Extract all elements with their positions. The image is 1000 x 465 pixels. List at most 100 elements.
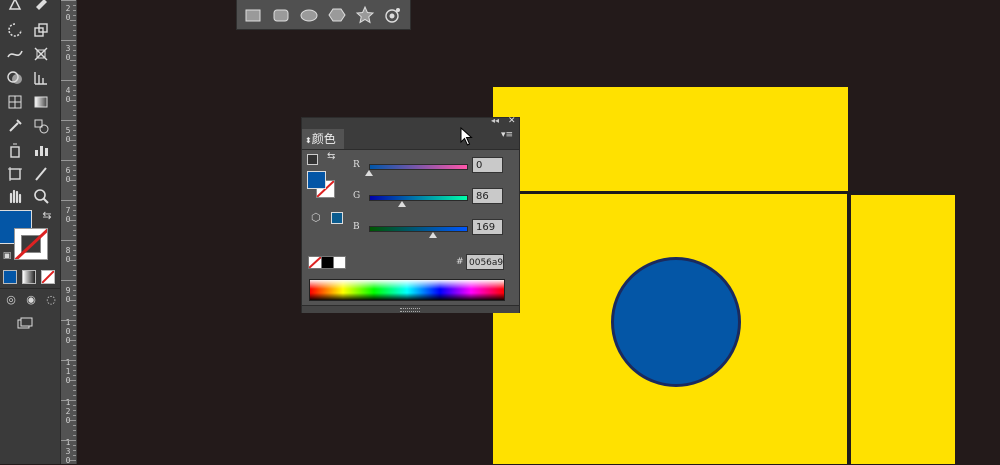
white-swatch[interactable] xyxy=(333,256,346,269)
color-mode-icon[interactable] xyxy=(3,270,17,284)
scale-icon[interactable] xyxy=(30,20,52,40)
column-graph-icon[interactable] xyxy=(30,140,52,160)
ruler-tick xyxy=(73,255,76,256)
rotate-icon[interactable] xyxy=(4,20,26,40)
ruler-tick xyxy=(73,35,76,36)
draw-behind-icon[interactable]: ◉ xyxy=(20,290,42,310)
ruler-tick xyxy=(73,10,76,11)
tab-color-label: 颜色 xyxy=(311,132,336,146)
slider-thumb-r[interactable] xyxy=(365,170,373,176)
eyedropper-icon[interactable] xyxy=(4,116,26,136)
vertical-divider-line[interactable] xyxy=(847,191,850,464)
ruler-tick xyxy=(73,310,76,311)
ruler-tick xyxy=(73,435,76,436)
draw-inside-icon[interactable]: ◌ xyxy=(40,290,62,310)
panel-menu-icon[interactable]: ▾≡ xyxy=(501,130,513,140)
symbol-sprayer-icon[interactable] xyxy=(4,140,26,160)
ruler-tick xyxy=(73,145,76,146)
ruler-tick xyxy=(73,75,76,76)
anchor-point-icon[interactable] xyxy=(4,0,26,14)
gradient-mode-icon[interactable] xyxy=(22,270,36,284)
zoom-icon[interactable] xyxy=(30,186,52,206)
ruler-tick xyxy=(73,410,76,411)
ellipse-icon[interactable] xyxy=(299,5,319,25)
flare-icon[interactable] xyxy=(383,5,403,25)
swap-fill-stroke-icon[interactable]: ⇆ xyxy=(36,206,58,226)
ruler-tick xyxy=(73,205,76,206)
collapse-icon[interactable]: ◂◂ xyxy=(491,116,499,125)
panel-title-bar[interactable]: ◂◂ ✕ xyxy=(302,116,519,129)
ruler-tick xyxy=(73,175,76,176)
ruler-tick xyxy=(73,355,76,356)
star-icon[interactable] xyxy=(355,5,375,25)
ruler-tick xyxy=(73,135,76,136)
perspective-grid-icon[interactable] xyxy=(30,68,52,88)
blend-icon[interactable] xyxy=(30,116,52,136)
tab-color[interactable]: ⬍颜色 xyxy=(302,129,344,149)
slider-r[interactable] xyxy=(369,164,468,170)
horizontal-divider-line[interactable] xyxy=(493,191,955,194)
ruler-tick xyxy=(73,65,76,66)
stroke-color-swatch[interactable] xyxy=(14,228,48,260)
slider-b[interactable] xyxy=(369,226,468,232)
close-icon[interactable]: ✕ xyxy=(508,116,516,126)
width-tool-icon[interactable] xyxy=(4,44,26,64)
none-swatch[interactable] xyxy=(308,256,322,269)
ruler-tick xyxy=(73,155,76,156)
rectangle-icon[interactable] xyxy=(243,5,263,25)
screen-mode-icon[interactable] xyxy=(14,314,36,334)
slider-g[interactable] xyxy=(369,195,468,201)
value-input-r[interactable]: 0 xyxy=(472,157,503,173)
mesh-icon[interactable] xyxy=(4,92,26,112)
shape-builder-icon[interactable] xyxy=(4,68,26,88)
hand-icon[interactable] xyxy=(4,186,26,206)
draw-normal-icon[interactable]: ◎ xyxy=(0,290,22,310)
channel-label-g: G xyxy=(353,191,361,201)
color-spectrum[interactable] xyxy=(309,279,505,301)
ruler-tick xyxy=(73,455,76,456)
channel-label-r: R xyxy=(353,160,360,170)
tab-arrows-icon: ⬍ xyxy=(305,136,312,145)
web-safe-color-swatch[interactable] xyxy=(331,212,343,224)
slider-thumb-g[interactable] xyxy=(397,201,406,207)
ruler-tick xyxy=(73,170,76,171)
ruler-tick xyxy=(70,300,76,301)
ruler-tick xyxy=(73,385,76,386)
ruler-tick xyxy=(70,220,76,221)
gradient-icon[interactable] xyxy=(30,92,52,112)
ruler-number: 9 0 xyxy=(65,286,71,304)
out-of-gamut-icon[interactable]: ⬡ xyxy=(311,211,321,224)
eraser-icon[interactable] xyxy=(30,0,52,14)
ruler-tick xyxy=(70,420,76,421)
ruler-tick xyxy=(73,225,76,226)
free-transform-icon[interactable] xyxy=(30,44,52,64)
yellow-rectangle[interactable] xyxy=(851,195,955,464)
swap-icon[interactable]: ⇆ xyxy=(327,151,335,162)
artboard-icon[interactable] xyxy=(4,164,26,184)
ruler-number: 6 0 xyxy=(65,166,71,184)
panel-fill-swatch[interactable] xyxy=(307,171,326,189)
polygon-icon[interactable] xyxy=(327,5,347,25)
none-mode-icon[interactable] xyxy=(41,270,55,284)
ruler-tick xyxy=(73,345,76,346)
value-input-g[interactable]: 86 xyxy=(472,188,503,204)
ruler-tick xyxy=(70,460,76,461)
ruler-tick xyxy=(73,115,76,116)
slice-icon[interactable] xyxy=(30,164,52,184)
hex-input[interactable]: 0056a9 xyxy=(466,254,504,270)
ruler-tick xyxy=(70,340,76,341)
ruler-tick xyxy=(73,245,76,246)
color-panel: ◂◂ ✕ ⬍颜色 ▾≡ ⇆ ⬡ # 0056a9 R 0 G 86 B 169 xyxy=(301,116,520,313)
default-fill-stroke-icon[interactable] xyxy=(307,154,318,165)
default-colors-icon[interactable]: ▣ xyxy=(0,246,18,266)
ruler-tick xyxy=(73,165,76,166)
slider-thumb-b[interactable] xyxy=(429,232,438,238)
shape-tools-flyout xyxy=(236,0,411,30)
rounded-rectangle-icon[interactable] xyxy=(271,5,291,25)
blue-circle[interactable] xyxy=(611,257,741,387)
panel-resize-bar[interactable] xyxy=(302,305,519,313)
value-input-b[interactable]: 169 xyxy=(472,219,503,235)
ruler-tick xyxy=(70,140,76,141)
ruler-tick xyxy=(70,260,76,261)
ruler-tick xyxy=(73,450,76,451)
